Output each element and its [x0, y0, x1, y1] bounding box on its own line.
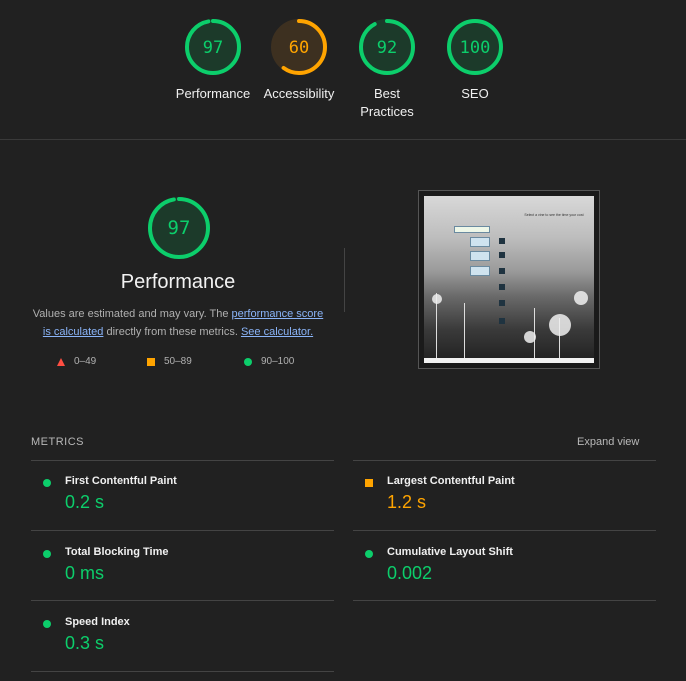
gauge-label: SEO [461, 86, 489, 101]
legend-fail: 0–49 [57, 356, 96, 367]
metric-name: Largest Contentful Paint [387, 475, 515, 487]
screenshot-decoration [432, 294, 442, 304]
category-gauges: 97 Performance 60 Accessibility 92 Best … [0, 0, 686, 140]
gauge-ring: 100 [447, 19, 503, 75]
pass-circle-icon [365, 550, 373, 558]
average-square-icon [365, 479, 373, 487]
description-text: Values are estimated and may vary. The [32, 308, 232, 320]
gauge-ring: 92 [359, 19, 415, 75]
performance-title: Performance [120, 271, 236, 293]
metric-name: Cumulative Layout Shift [387, 546, 513, 558]
see-calculator-link[interactable]: See calculator. [241, 326, 313, 338]
gauge-score: 97 [203, 38, 223, 58]
screenshot-button [499, 318, 505, 324]
screenshot-decoration [464, 303, 465, 363]
legend-pass-label: 90–100 [261, 356, 295, 367]
gauge-ring: 60 [271, 19, 327, 75]
metric-name: Total Blocking Time [65, 546, 169, 558]
gauge-ring: 97 [185, 19, 241, 75]
screenshot-button [499, 238, 505, 244]
screenshot-button [499, 268, 505, 274]
gauge-score: 60 [289, 38, 309, 58]
pass-circle-icon [43, 479, 51, 487]
screenshot-image: Select a vine to see the time your cost [424, 196, 594, 363]
performance-big-gauge: 97 [120, 195, 237, 261]
square-icon [147, 357, 155, 366]
metric-name: First Contentful Paint [65, 475, 177, 487]
screenshot-decoration [549, 314, 571, 336]
expand-view-toggle[interactable]: Expand view [577, 436, 639, 448]
legend-pass: 90–100 [244, 356, 294, 367]
divider [31, 600, 334, 601]
section-divider [344, 248, 345, 312]
gauge-score: 92 [377, 38, 397, 58]
screenshot-button [499, 300, 505, 306]
metric-value: 0 ms [65, 563, 105, 583]
divider [353, 460, 656, 461]
metric-name: Speed Index [65, 616, 130, 628]
screenshot-decoration [574, 291, 588, 305]
gauge-best-practices[interactable]: 92 Best Practices [342, 17, 432, 121]
metric-value: 1.2 s [387, 492, 427, 512]
triangle-icon [57, 357, 65, 366]
gauge-score: 100 [460, 38, 491, 58]
divider [353, 530, 656, 531]
legend-average: 50–89 [147, 356, 192, 367]
divider [31, 530, 334, 531]
legend-fail-label: 0–49 [74, 356, 97, 367]
screenshot-footer [424, 358, 594, 363]
metric-value: 0.3 s [65, 633, 105, 653]
pass-circle-icon [43, 620, 51, 628]
metric-value: 0.2 s [65, 492, 105, 512]
legend-average-label: 50–89 [164, 356, 192, 367]
gauge-performance[interactable]: 97 Performance [168, 17, 258, 103]
pass-circle-icon [43, 550, 51, 558]
screenshot-field [470, 251, 490, 261]
description-text: directly from these metrics. [103, 326, 241, 338]
metrics-heading: METRICS [31, 436, 84, 448]
final-screenshot[interactable]: Select a vine to see the time your cost [418, 190, 600, 369]
screenshot-button [499, 284, 505, 290]
performance-score: 97 [167, 217, 190, 239]
gauge-label: Accessibility [263, 86, 335, 101]
gauge-label: Best Practices [360, 86, 414, 119]
gauge-label: Performance [175, 86, 251, 101]
gauge-accessibility[interactable]: 60 Accessibility [254, 17, 344, 103]
metric-value: 0.002 [387, 563, 433, 583]
screenshot-button [499, 252, 505, 258]
divider [353, 600, 656, 601]
screenshot-field [470, 266, 490, 276]
gauge-ring: 97 [147, 197, 210, 259]
screenshot-decoration [524, 331, 536, 343]
gauge-seo[interactable]: 100 SEO [430, 17, 520, 103]
screenshot-field [470, 237, 490, 247]
performance-description: Values are estimated and may vary. The p… [28, 305, 328, 341]
screenshot-field [454, 226, 490, 233]
divider [31, 460, 334, 461]
circle-icon [244, 357, 252, 366]
screenshot-caption: Select a vine to see the time your cost [524, 213, 584, 217]
divider [31, 671, 334, 672]
